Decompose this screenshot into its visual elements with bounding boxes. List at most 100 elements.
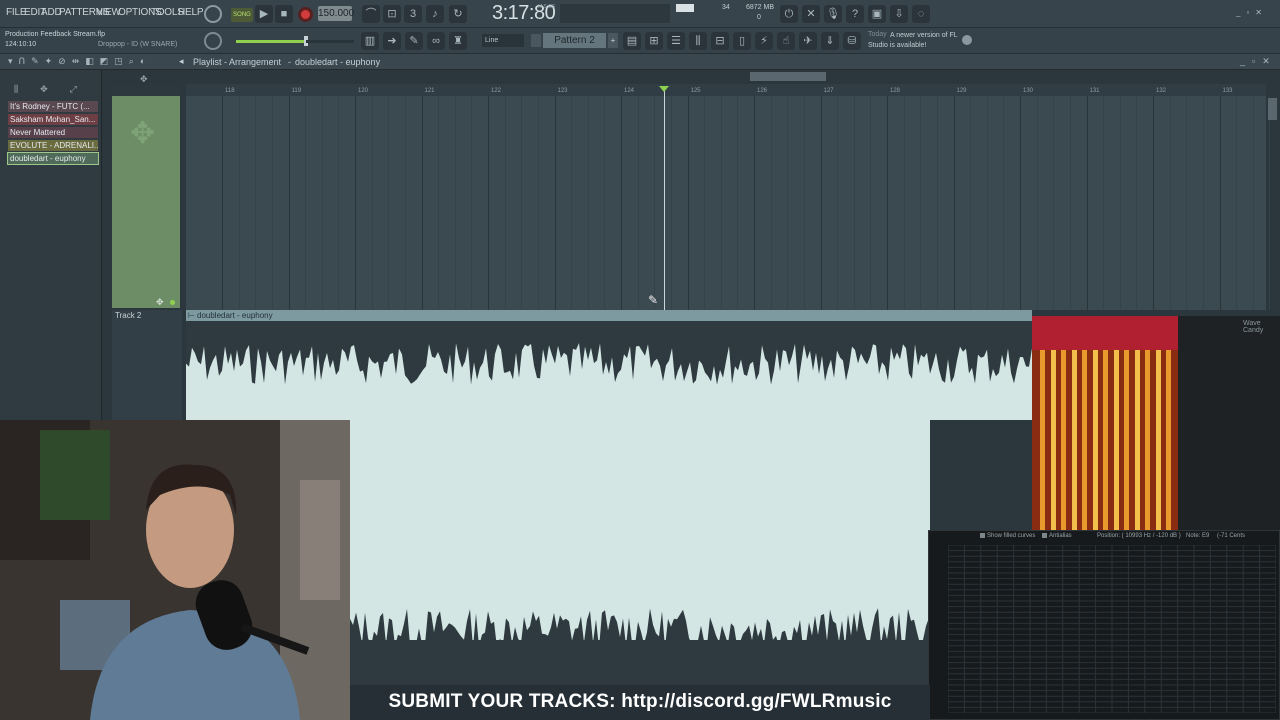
waveform-top xyxy=(186,321,1032,385)
menu-help[interactable]: HELP xyxy=(178,7,204,18)
globe-icon[interactable] xyxy=(962,35,972,45)
spectrogram-band xyxy=(1145,350,1150,530)
vertical-scrollbar[interactable] xyxy=(1268,98,1277,120)
mixer-icon[interactable]: ⫼ xyxy=(689,32,707,50)
download-icon[interactable]: ⇓ xyxy=(821,32,839,50)
playlist-clip-name: doubledart - euphony xyxy=(295,57,381,67)
zoom-icon[interactable]: ✥ xyxy=(140,74,148,85)
playlist-titlebar xyxy=(0,54,1280,70)
grid-bar-line xyxy=(222,96,223,310)
arrow-icon[interactable]: ➜ xyxy=(383,32,401,50)
browser-item[interactable]: Saksham Mohan_San... xyxy=(8,114,98,125)
grid-beat-line xyxy=(388,96,390,310)
piano-roll-view-icon[interactable]: ⊞ xyxy=(645,32,663,50)
record-icon[interactable] xyxy=(298,7,313,22)
browser-item[interactable]: It's Rodney - FUTC (... xyxy=(8,101,98,112)
playlist-back-icon[interactable]: ◂ xyxy=(179,56,184,67)
cpu-value: 34 xyxy=(722,4,730,11)
pattern-arrow-icon[interactable] xyxy=(531,34,541,47)
browser-item[interactable]: EVOLUTE - ADRENALI... xyxy=(8,140,98,151)
stamp-icon[interactable]: ♜ xyxy=(449,32,467,50)
master-pitch-knob[interactable] xyxy=(204,32,222,50)
pencil-icon[interactable]: ✎ xyxy=(405,32,423,50)
ruler-label: 120 xyxy=(358,88,369,94)
track-2-header[interactable] xyxy=(112,310,182,420)
grid-beat-line xyxy=(1186,96,1188,310)
pattern-selector[interactable]: Pattern 2 xyxy=(543,33,606,48)
ruler-label: 125 xyxy=(690,88,701,94)
browser-item[interactable]: doubledart - euphony xyxy=(7,152,99,165)
grid-beat-line xyxy=(1252,96,1254,310)
grid-beat-line xyxy=(803,96,805,310)
grid-bar-line xyxy=(488,96,489,310)
news-text[interactable]: A newer version of FL Studio is availabl… xyxy=(868,31,958,51)
tutorial-icon[interactable]: ✈ xyxy=(799,32,817,50)
master-volume-knob[interactable] xyxy=(204,5,222,23)
grid-beat-line xyxy=(587,96,589,310)
grid-bar-line xyxy=(687,96,689,310)
help-icon[interactable]: ? xyxy=(846,5,864,23)
shop-icon[interactable]: ⛁ xyxy=(843,32,861,50)
tempo-display[interactable]: 150.000 xyxy=(318,6,354,21)
browser-item[interactable]: Never Mattered xyxy=(8,127,98,138)
grid-bar-line xyxy=(1153,96,1154,310)
grid-beat-line xyxy=(1236,96,1238,310)
grid-beat-line xyxy=(654,96,656,310)
step-edit-icon[interactable]: ♪ xyxy=(426,5,444,23)
audio-clip-header[interactable]: doubledart - euphony xyxy=(186,310,1032,321)
grid-beat-line xyxy=(670,96,672,310)
metronome-icon[interactable]: ⌒ xyxy=(362,5,380,23)
horizontal-scrollbar[interactable] xyxy=(750,72,826,81)
picker-tabs-icons[interactable]: ⫼✥⤢ xyxy=(14,84,99,95)
antialias-checkbox[interactable] xyxy=(1042,533,1047,538)
channel-rack-icon[interactable]: ☰ xyxy=(667,32,685,50)
ruler-label: 128 xyxy=(890,88,901,94)
snap-select[interactable]: Line xyxy=(482,34,524,47)
ruler-label: 130 xyxy=(1023,88,1034,94)
grid-beat-line xyxy=(371,96,373,310)
save-icon[interactable]: ▣ xyxy=(868,5,886,23)
play-icon[interactable]: ▶ xyxy=(255,5,273,23)
grid-beat-line xyxy=(1202,96,1204,310)
stop-icon[interactable]: ■ xyxy=(275,5,293,23)
playhead-marker-icon[interactable] xyxy=(659,86,669,92)
grid-beat-line xyxy=(920,96,922,310)
spectrogram-band xyxy=(1124,350,1129,530)
grid-beat-line xyxy=(571,96,573,310)
show-filled-checkbox[interactable] xyxy=(980,533,985,538)
playlist-window-controls[interactable]: _▫✕ xyxy=(1240,56,1277,67)
grid-bar-line xyxy=(621,96,622,310)
project-icon[interactable]: ▯ xyxy=(733,32,751,50)
track-2-label: Track 2 xyxy=(115,311,142,320)
wait-input-icon[interactable]: ⊡ xyxy=(383,5,401,23)
track-mute-icon[interactable] xyxy=(170,300,175,305)
add-pattern-icon[interactable]: + xyxy=(608,33,618,48)
chat-icon[interactable]: ◌ xyxy=(912,5,930,23)
track-logo-icon: ✥ xyxy=(130,117,156,150)
grid-beat-line xyxy=(521,96,523,310)
track-move-icon[interactable]: ✥ xyxy=(156,297,164,308)
grid-beat-line xyxy=(787,96,789,310)
window-controls[interactable]: _▫✕ xyxy=(1236,8,1268,17)
grid-bar-line xyxy=(887,96,888,310)
touch-icon[interactable]: ☝ xyxy=(777,32,795,50)
plugin-icon[interactable]: ⚡ xyxy=(755,32,773,50)
clip-menu-icon[interactable]: ⊢ xyxy=(188,311,195,320)
browser-icon[interactable]: ⊟ xyxy=(711,32,729,50)
piano-roll-icon[interactable]: ▥ xyxy=(361,32,379,50)
countdown-icon[interactable]: 3 xyxy=(404,5,422,23)
song-mode-button[interactable]: SONG xyxy=(231,8,253,22)
power-icon[interactable]: ⏻ xyxy=(780,5,798,23)
playlist-tools-icons[interactable]: ▾Ո✎✦⊘⇹◧◩◳⌕◐ xyxy=(8,56,151,67)
timeline-ruler[interactable] xyxy=(186,84,1266,96)
link-icon[interactable]: ∞ xyxy=(427,32,445,50)
position-readout: 124:10:10 xyxy=(5,41,37,48)
tools-icon[interactable]: ✕ xyxy=(802,5,820,23)
microphone-icon[interactable]: 🎙 xyxy=(824,5,842,23)
webcam-feed xyxy=(0,420,350,720)
render-icon[interactable]: ⇩ xyxy=(890,5,908,23)
grid-bar-line xyxy=(288,96,290,310)
playlist-icon[interactable]: ▤ xyxy=(623,32,641,50)
spectrogram-band xyxy=(1071,350,1077,530)
loop-record-icon[interactable]: ↻ xyxy=(449,5,467,23)
